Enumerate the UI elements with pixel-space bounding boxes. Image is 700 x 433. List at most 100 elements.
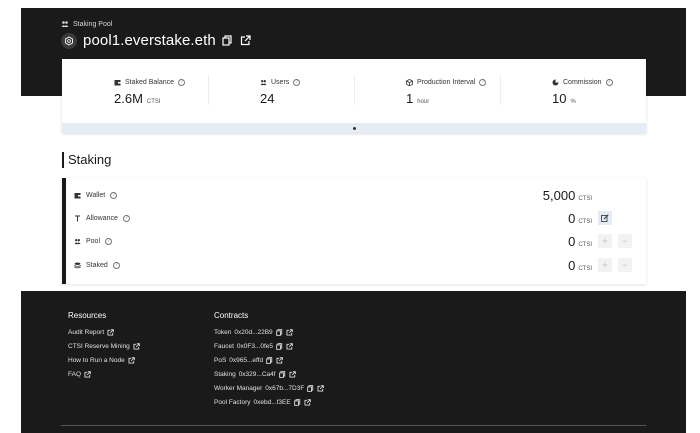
stat-value: 1	[406, 91, 414, 106]
breadcrumb-label[interactable]: Staking Pool	[73, 21, 112, 28]
contract-address[interactable]: 0x965...effd	[229, 357, 263, 364]
stat-users: Users ? 24	[208, 59, 354, 123]
stats-row: Staked Balance ? 2.6M CTSI Users ? 24 Pr…	[62, 59, 646, 123]
stat-label: Users	[271, 78, 290, 86]
stat-value: 24	[260, 91, 275, 106]
section-title: Staking	[62, 152, 111, 168]
row-unit: CTSI	[578, 265, 592, 272]
help-icon[interactable]: ?	[122, 214, 130, 222]
wallet-icon	[74, 192, 81, 199]
row-value: 0	[568, 257, 576, 273]
row-value: 5,000	[542, 187, 576, 203]
external-link-icon[interactable]	[240, 35, 252, 47]
external-link-icon[interactable]	[286, 329, 293, 336]
stat-commission: Commission ? 10 %	[500, 59, 646, 123]
contract-address[interactable]: 0x329...Ca4f	[239, 371, 276, 378]
stat-unit: CTSI	[146, 99, 161, 105]
contract-name: PoS	[214, 357, 227, 364]
row-label: Allowance	[86, 214, 118, 222]
stat-label: Production Interval	[417, 78, 476, 86]
staking-card: Wallet ? 5,000 CTSI Allowance ? 0 CTSI P…	[62, 178, 646, 284]
staking-row-pool: Pool ? 0 CTSI + −	[74, 232, 634, 250]
external-link-icon	[133, 343, 140, 350]
help-icon[interactable]: ?	[110, 191, 118, 199]
row-unit: CTSI	[578, 241, 592, 248]
edit-allowance-button[interactable]	[598, 211, 612, 225]
stat-unit: hour	[417, 99, 430, 105]
help-icon[interactable]: ?	[105, 237, 113, 245]
help-icon[interactable]: ?	[112, 261, 120, 269]
pie-icon	[552, 79, 559, 86]
resource-link-reserve-mining[interactable]: CTSI Reserve Mining	[68, 343, 140, 350]
row-value: 0	[568, 233, 576, 249]
help-icon[interactable]: ?	[605, 78, 613, 86]
help-icon[interactable]: ?	[479, 78, 487, 86]
footer: Resources Audit Report CTSI Reserve Mini…	[21, 291, 686, 433]
contract-name: Worker Manager	[214, 385, 263, 392]
external-link-icon	[128, 357, 135, 364]
pool-avatar-icon	[61, 32, 77, 49]
contract-name: Pool Factory	[214, 399, 251, 406]
contract-address[interactable]: 0x0F3...0fe5	[237, 343, 273, 350]
copy-icon[interactable]	[307, 385, 314, 392]
cube-icon	[406, 78, 413, 86]
wallet-icon	[114, 79, 121, 86]
users-icon	[260, 79, 267, 86]
staking-row-allowance: Allowance ? 0 CTSI	[74, 209, 634, 227]
deposit-button[interactable]: +	[598, 234, 612, 248]
contract-row-pos: PoS 0x965...effd	[214, 357, 283, 364]
contract-row-pool-factory: Pool Factory 0xebd...f3EE	[214, 399, 311, 406]
contract-address[interactable]: 0x20d...22B9	[234, 329, 272, 336]
allowance-icon	[74, 215, 81, 222]
contract-name: Staking	[214, 371, 236, 378]
external-link-icon	[84, 371, 91, 378]
stat-production-interval: Production Interval ? 1 hour	[354, 59, 500, 123]
stat-value: 10	[552, 91, 567, 106]
staking-row-staked: Staked ? 0 CTSI + −	[74, 256, 634, 274]
contracts-title: Contracts	[214, 311, 249, 320]
row-label: Wallet	[86, 191, 106, 199]
help-icon[interactable]: ?	[293, 78, 301, 86]
copy-icon[interactable]	[266, 357, 273, 364]
copy-icon[interactable]	[276, 343, 283, 350]
withdraw-button[interactable]: −	[618, 234, 632, 248]
external-link-icon	[107, 329, 114, 336]
staked-icon	[74, 262, 81, 269]
copy-icon[interactable]	[278, 371, 286, 378]
contract-name: Token	[214, 329, 232, 336]
stat-unit: %	[570, 99, 576, 105]
contract-row-worker-manager: Worker Manager 0x67b...7D3F	[214, 385, 325, 392]
row-value: 0	[568, 210, 576, 226]
toggle-dot-icon	[352, 126, 356, 130]
accent-bar	[62, 178, 66, 284]
contract-address[interactable]: 0xebd...f3EE	[254, 399, 291, 406]
help-icon[interactable]: ?	[178, 78, 186, 86]
external-link-icon[interactable]	[317, 385, 325, 392]
row-label: Pool	[86, 237, 101, 245]
contract-address[interactable]: 0x67b...7D3F	[265, 385, 304, 392]
contract-row-staking: Staking 0x329...Ca4f	[214, 371, 296, 378]
resource-link-run-node[interactable]: How to Run a Node	[68, 357, 135, 364]
resource-link-audit-report[interactable]: Audit Report	[68, 329, 114, 336]
external-link-icon[interactable]	[276, 357, 283, 364]
contract-row-faucet: Faucet 0x0F3...0fe5	[214, 343, 293, 350]
edit-icon	[601, 214, 609, 222]
copy-icon[interactable]	[293, 399, 301, 406]
users-icon	[74, 238, 81, 245]
external-link-icon[interactable]	[304, 399, 311, 406]
copy-icon[interactable]	[222, 35, 234, 47]
stake-button[interactable]: +	[598, 258, 612, 272]
external-link-icon[interactable]	[286, 343, 293, 350]
unstake-button[interactable]: −	[618, 258, 632, 272]
resource-link-faq[interactable]: FAQ	[68, 371, 91, 378]
stat-label: Commission	[563, 78, 602, 86]
copy-icon[interactable]	[275, 329, 283, 336]
row-label: Staked	[86, 261, 108, 269]
row-unit: CTSI	[578, 218, 592, 225]
stats-expand-toggle[interactable]	[62, 123, 646, 133]
users-icon	[61, 20, 69, 28]
external-link-icon[interactable]	[289, 371, 296, 378]
pool-stats-card: Staked Balance ? 2.6M CTSI Users ? 24 Pr…	[62, 59, 646, 133]
row-unit: CTSI	[578, 195, 592, 202]
breadcrumb: Staking Pool	[61, 20, 112, 28]
